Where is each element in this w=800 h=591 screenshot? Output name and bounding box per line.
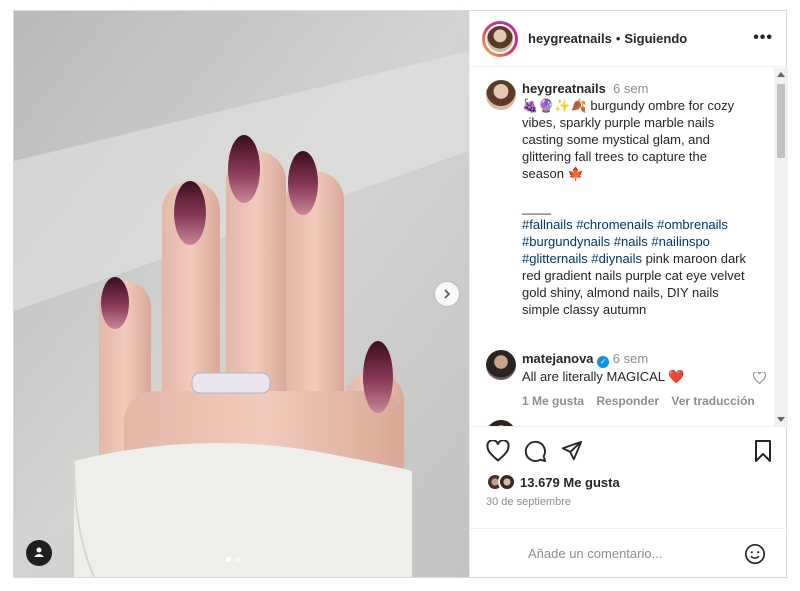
likes-summary[interactable]: 13.679 Me gusta: [486, 473, 620, 491]
see-translation-button[interactable]: Ver traducción: [671, 394, 754, 408]
comment-item: matejanova ✓ 6 sem All are literally MAG…: [486, 350, 767, 408]
hashtag-line[interactable]: #fallnails #chromenails #ombrenails: [522, 216, 766, 233]
comment-username[interactable]: matejanova: [522, 351, 594, 366]
caption-line: casting some mystical glam, and: [522, 132, 710, 147]
post-sidebar: heygreatnails • Siguiendo ••• heygreatna…: [469, 11, 788, 577]
author-avatar[interactable]: [482, 20, 518, 57]
smiley-icon[interactable]: [744, 543, 766, 568]
caption-line: simple classy autumn: [522, 302, 647, 317]
comment-avatar[interactable]: [486, 350, 516, 380]
likes-count[interactable]: 13.679 Me gusta: [520, 475, 620, 490]
comments-list[interactable]: heygreatnails 6 sem 🍇🔮✨🍂 burgundy ombre …: [470, 68, 788, 426]
caption-line: glittering fall trees to capture the: [522, 149, 707, 164]
hashtag-line[interactable]: #glitternails #diynails: [522, 251, 642, 266]
caption-line: gold shiny, almond nails, DIY nails: [522, 285, 719, 300]
comment-input[interactable]: [528, 545, 728, 561]
following-button[interactable]: Siguiendo: [624, 31, 687, 46]
caption-divider: ____: [522, 200, 551, 215]
carousel-dot: [235, 557, 240, 562]
caption-line: 🍇🔮✨🍂 burgundy ombre for cozy: [522, 98, 735, 113]
caption-time: 6 sem: [613, 81, 649, 96]
liker-avatar: [498, 473, 516, 491]
comment-time: 6 sem: [612, 351, 649, 366]
separator: •: [615, 31, 621, 46]
caption-line: season 🍁: [522, 166, 584, 181]
bookmark-icon[interactable]: [754, 440, 772, 465]
post-header: heygreatnails • Siguiendo •••: [470, 11, 787, 67]
hashtag-line[interactable]: #burgundynails #nails #nailinspo: [522, 233, 766, 250]
scrollbar-thumb[interactable]: [777, 84, 785, 158]
post-date: 30 de septiembre: [486, 496, 571, 508]
tagged-users-button[interactable]: [26, 540, 52, 566]
author-username[interactable]: heygreatnails: [528, 31, 612, 46]
carousel-indicator: [226, 557, 240, 562]
caption: heygreatnails 6 sem 🍇🔮✨🍂 burgundy ombre …: [486, 80, 766, 318]
next-photo-button[interactable]: [435, 282, 459, 306]
post-media[interactable]: [14, 11, 469, 577]
caption-username[interactable]: heygreatnails: [522, 81, 606, 96]
comments-scrollbar[interactable]: [774, 68, 788, 426]
caption-line: red gradient nails purple cat eye velvet: [522, 268, 745, 283]
comment-text: All are literally MAGICAL ❤️: [522, 369, 685, 384]
post-modal: heygreatnails • Siguiendo ••• heygreatna…: [13, 10, 788, 578]
nail-photo: [14, 11, 469, 577]
verified-badge-icon: ✓: [597, 356, 610, 368]
heart-icon[interactable]: [486, 439, 510, 466]
caption-line: vibes, sparkly purple marble nails: [522, 115, 715, 130]
scroll-down-arrow-icon[interactable]: [777, 417, 785, 422]
reply-button[interactable]: Responder: [596, 394, 659, 408]
scroll-up-arrow-icon[interactable]: [777, 72, 785, 77]
like-comment-heart-icon[interactable]: [752, 371, 767, 387]
chevron-right-icon: [442, 287, 452, 302]
paper-plane-icon[interactable]: [561, 440, 583, 466]
caption-avatar[interactable]: [486, 80, 516, 110]
comment-composer: [470, 528, 788, 577]
more-options-button[interactable]: •••: [753, 29, 773, 47]
user-tag-icon: [33, 546, 45, 561]
comment-icon[interactable]: [524, 440, 547, 466]
carousel-dot: [226, 557, 231, 562]
comment-likes-button[interactable]: 1 Me gusta: [522, 394, 584, 408]
caption-line: pink maroon dark: [641, 251, 747, 266]
